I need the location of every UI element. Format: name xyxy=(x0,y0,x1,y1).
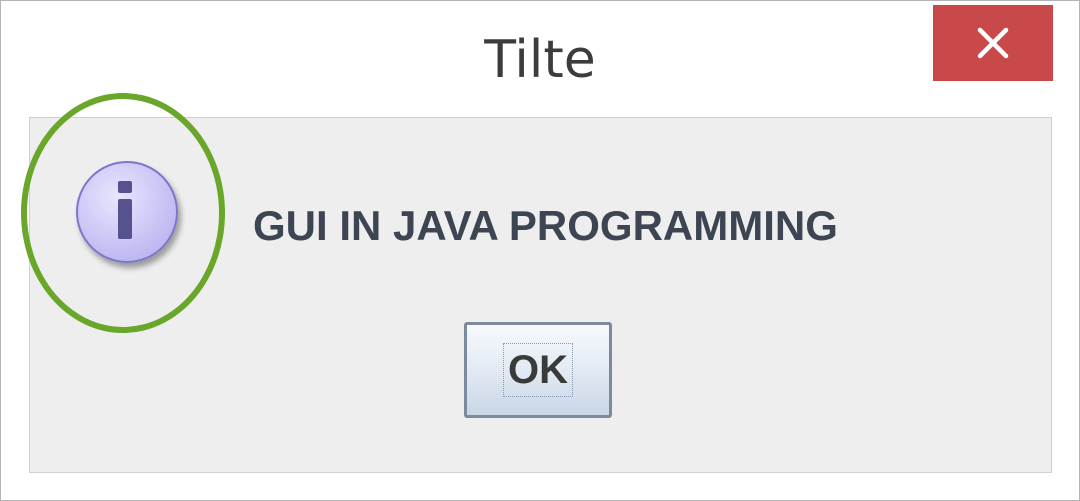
dialog-message: GUI IN JAVA PROGRAMMING xyxy=(253,202,838,249)
title-bar: Tilte xyxy=(1,1,1079,116)
close-icon xyxy=(977,27,1009,59)
close-button[interactable] xyxy=(933,5,1053,81)
message-dialog-window: Tilte GUI IN JAVA PROGRAMMING OK xyxy=(0,0,1080,501)
ok-button[interactable]: OK xyxy=(464,322,612,418)
window-title: Tilte xyxy=(484,30,596,90)
ok-button-label: OK xyxy=(503,343,573,397)
highlight-ring-annotation xyxy=(21,93,225,333)
